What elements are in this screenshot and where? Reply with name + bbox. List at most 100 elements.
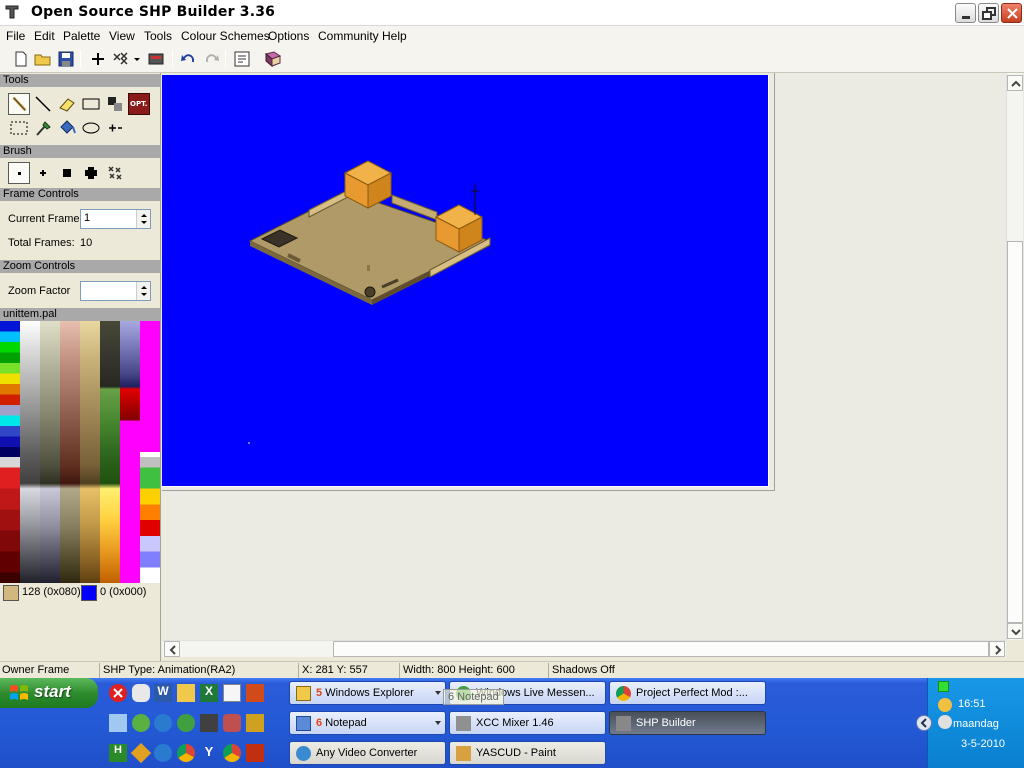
scroll-down-button[interactable] <box>1007 623 1023 639</box>
maximize-button[interactable] <box>978 3 999 23</box>
explorer-folder-icon[interactable] <box>177 684 195 702</box>
palette-grid[interactable] <box>0 321 161 583</box>
fill-tool-icon[interactable] <box>56 117 78 139</box>
palette-column[interactable] <box>140 321 160 583</box>
dropper-tool-icon[interactable] <box>32 117 54 139</box>
palette-column[interactable] <box>100 321 120 583</box>
media-player-icon[interactable] <box>154 714 172 732</box>
brush-1[interactable] <box>8 162 30 184</box>
brush-pattern-icon[interactable] <box>104 162 126 184</box>
brush-4-icon[interactable] <box>80 162 102 184</box>
clock-time[interactable]: 16:51 <box>958 698 986 710</box>
menu-help[interactable]: Help <box>382 29 407 43</box>
close-red-icon[interactable] <box>109 684 127 702</box>
ellipse-tool-icon[interactable] <box>80 117 102 139</box>
task-project-perfect-mod[interactable]: Project Perfect Mod :... <box>609 681 766 705</box>
task-yascud-paint[interactable]: YASCUD - Paint <box>449 741 606 765</box>
notepad-icon[interactable] <box>223 684 241 702</box>
eraser-tool-icon[interactable] <box>56 93 78 115</box>
darken-lighten-tool-icon[interactable] <box>104 93 126 115</box>
spinner-buttons[interactable] <box>136 282 150 300</box>
menu-options[interactable]: Options <box>268 29 309 43</box>
properties-icon[interactable] <box>232 50 252 68</box>
volume-icon[interactable] <box>938 715 952 729</box>
messenger-icon[interactable] <box>177 714 195 732</box>
task-windows-explorer[interactable]: 5 Windows Explorer <box>289 681 446 705</box>
palette-column[interactable] <box>20 321 40 583</box>
book-icon[interactable] <box>263 50 283 68</box>
start-button[interactable]: start <box>0 678 98 708</box>
crosshair-icon[interactable] <box>88 50 108 68</box>
tray-expand-button[interactable] <box>916 715 932 731</box>
chevron-left-icon <box>920 718 927 728</box>
options-tool[interactable]: OPT. <box>128 93 150 115</box>
undo-icon[interactable] <box>179 50 199 68</box>
redo-icon[interactable] <box>201 50 221 68</box>
chrome-icon[interactable] <box>177 744 195 762</box>
zoom-factor-input[interactable] <box>80 281 151 301</box>
vertical-scroll-thumb[interactable] <box>1007 241 1023 623</box>
scroll-up-button[interactable] <box>1007 75 1023 91</box>
scroll-right-button[interactable] <box>989 641 1005 657</box>
current-frame-input[interactable]: 1 <box>80 209 151 229</box>
minimize-button[interactable] <box>955 3 976 23</box>
status-indicator-icon[interactable] <box>938 681 949 692</box>
line-tool-icon[interactable] <box>32 93 54 115</box>
horizontal-scroll-thumb[interactable] <box>333 641 989 657</box>
palette-name: unittem.pal <box>0 308 161 321</box>
secondary-color-swatch[interactable] <box>81 585 97 601</box>
drawing-canvas[interactable] <box>162 75 769 487</box>
menu-view[interactable]: View <box>109 29 135 43</box>
palette-column[interactable] <box>0 321 20 583</box>
palette-column[interactable] <box>80 321 100 583</box>
messenger-tray-icon[interactable] <box>938 698 952 712</box>
horizontal-scrollbar[interactable] <box>162 640 1006 657</box>
open-folder-icon[interactable] <box>33 50 53 68</box>
notepad-icon <box>296 716 311 731</box>
network-icon[interactable] <box>109 714 127 732</box>
mouse-icon[interactable] <box>132 684 150 702</box>
close-button[interactable] <box>1001 3 1022 23</box>
brush-3-icon[interactable] <box>56 162 78 184</box>
media-icon[interactable] <box>130 742 152 764</box>
rectangle-tool-icon[interactable] <box>80 93 102 115</box>
chevron-down-icon[interactable] <box>131 50 143 68</box>
primary-color-swatch[interactable] <box>3 585 19 601</box>
task-any-video-converter[interactable]: Any Video Converter <box>289 741 446 765</box>
palette-column[interactable] <box>40 321 60 583</box>
menu-tools[interactable]: Tools <box>144 29 172 43</box>
frame-icon[interactable] <box>146 50 166 68</box>
menu-palette[interactable]: Palette <box>63 29 100 43</box>
crosshair-tool-icon[interactable] <box>104 117 126 139</box>
pattern-icon[interactable] <box>111 50 131 68</box>
calculator-icon[interactable] <box>200 714 218 732</box>
game-icon[interactable]: H <box>109 744 127 762</box>
pencil-tool-icon[interactable] <box>8 93 30 115</box>
save-icon[interactable] <box>56 50 76 68</box>
new-file-icon[interactable] <box>11 50 31 68</box>
fae-icon[interactable] <box>246 744 264 762</box>
task-notepad[interactable]: 6 Notepad <box>289 711 446 735</box>
yascud-icon[interactable]: Y <box>200 744 218 762</box>
palette-column[interactable] <box>120 321 140 583</box>
powerpoint-icon[interactable] <box>246 684 264 702</box>
spinner-buttons[interactable] <box>136 210 150 228</box>
paint-icon[interactable] <box>223 714 241 732</box>
brush-2-icon[interactable] <box>32 162 54 184</box>
recycle-icon[interactable] <box>132 714 150 732</box>
menu-edit[interactable]: Edit <box>34 29 55 43</box>
media-player-alt-icon[interactable] <box>154 744 172 762</box>
vertical-scrollbar[interactable] <box>1006 73 1023 640</box>
task-shp-builder[interactable]: SHP Builder <box>609 711 766 735</box>
select-rect-tool-icon[interactable] <box>8 117 30 139</box>
palette-column[interactable] <box>60 321 80 583</box>
ms-office-icon[interactable] <box>246 714 264 732</box>
word-icon[interactable]: W <box>154 684 172 702</box>
menu-colour-schemes[interactable]: Colour Schemes <box>181 29 270 43</box>
menu-file[interactable]: File <box>6 29 25 43</box>
task-xcc-mixer[interactable]: XCC Mixer 1.46 <box>449 711 606 735</box>
chrome-alt-icon[interactable] <box>223 744 241 762</box>
scroll-left-button[interactable] <box>164 641 180 657</box>
excel-icon[interactable]: X <box>200 684 218 702</box>
menu-community[interactable]: Community <box>318 29 379 43</box>
